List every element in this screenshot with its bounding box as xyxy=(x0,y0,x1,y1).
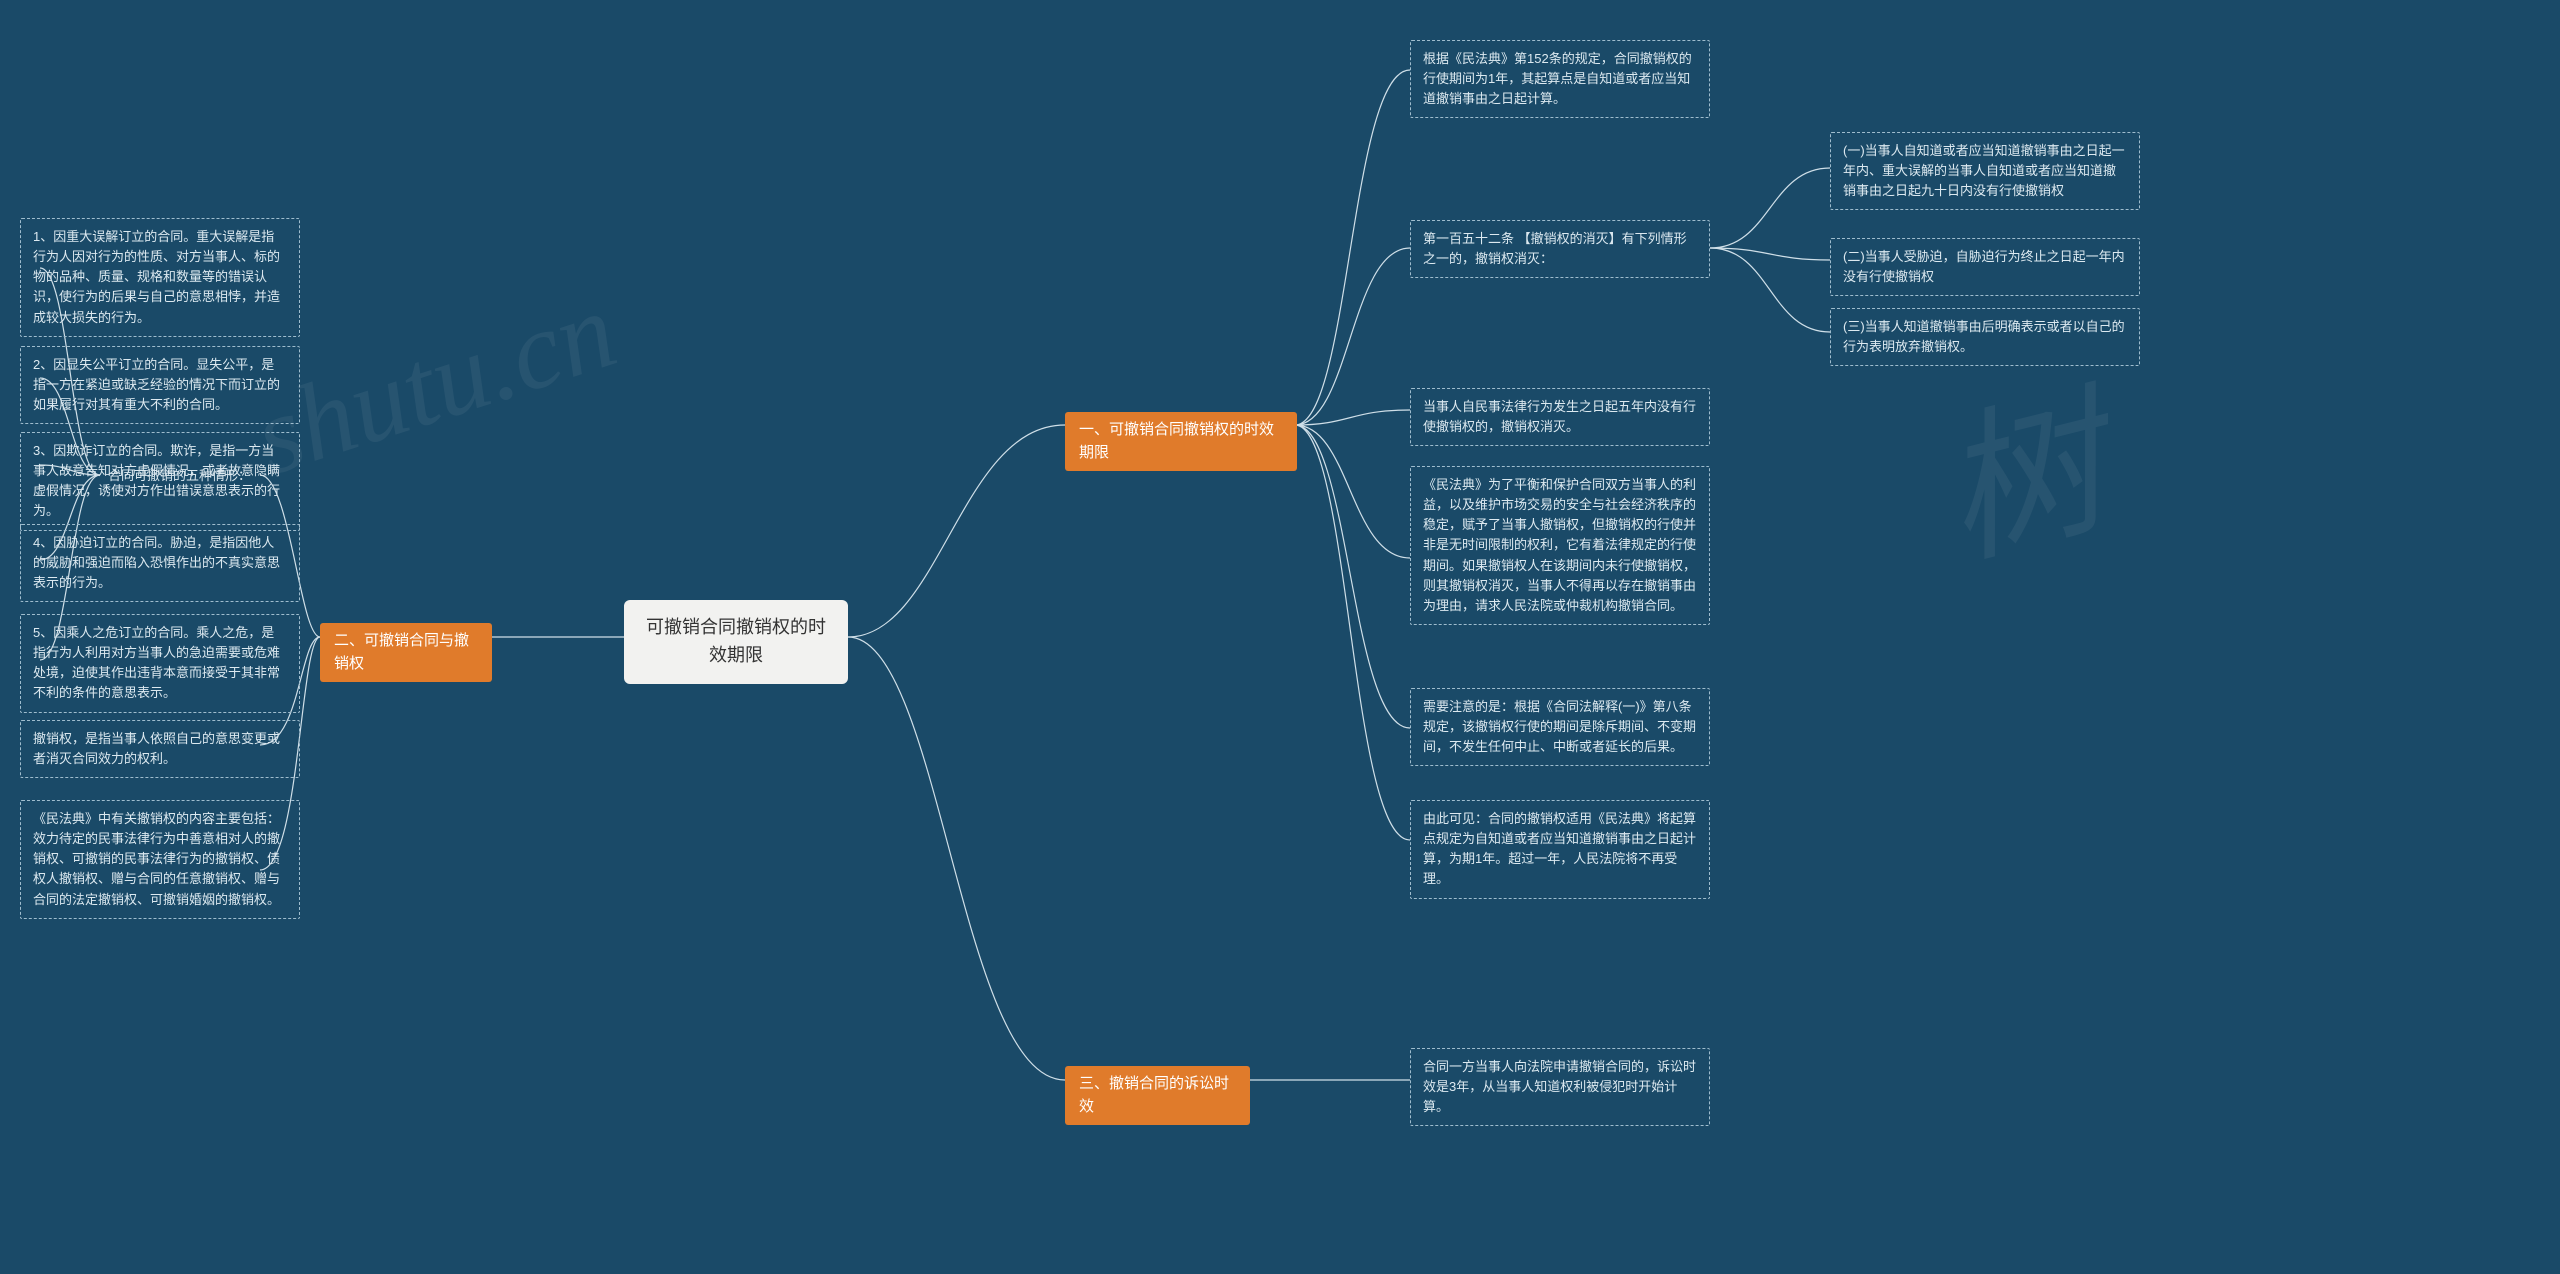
leaf-s1-b: 第一百五十二条 【撤销权的消灭】有下列情形之一的，撤销权消灭： xyxy=(1410,220,1710,278)
leaf-s1-f: 由此可见：合同的撤销权适用《民法典》将起算点规定为自知道或者应当知道撤销事由之日… xyxy=(1410,800,1710,899)
leaf-s2-b-text: 2、因显失公平订立的合同。显失公平，是指一方在紧迫或缺乏经验的情况下而订立的如果… xyxy=(33,357,280,412)
leaf-s1-b-text: 第一百五十二条 【撤销权的消灭】有下列情形之一的，撤销权消灭： xyxy=(1423,231,1687,266)
leaf-s2-g: 撤销权，是指当事人依照自己的意思变更或者消灭合同效力的权利。 xyxy=(20,720,300,778)
leaf-s1-b-i-text: (一)当事人自知道或者应当知道撤销事由之日起一年内、重大误解的当事人自知道或者应… xyxy=(1843,143,2125,198)
watermark-right: 树 xyxy=(1914,334,2125,598)
leaf-s1-c: 当事人自民事法律行为发生之日起五年内没有行使撤销权的，撤销权消灭。 xyxy=(1410,388,1710,446)
branch-section-3: 三、撤销合同的诉讼时效 xyxy=(1065,1066,1250,1125)
branch-section-2-label: 二、可撤销合同与撤销权 xyxy=(334,632,469,672)
root-title: 可撤销合同撤销权的时效期限 xyxy=(646,617,826,665)
leaf-s1-d-text: 《民法典》为了平衡和保护合同双方当事人的利益，以及维护市场交易的安全与社会经济秩… xyxy=(1423,477,1696,613)
leaf-s2-e-text: 5、因乘人之危订立的合同。乘人之危，是指行为人利用对方当事人的急迫需要或危难处境… xyxy=(33,625,280,700)
leaf-s1-b-ii-text: (二)当事人受胁迫，自胁迫行为终止之日起一年内没有行使撤销权 xyxy=(1843,249,2125,284)
leaf-s1-e: 需要注意的是：根据《合同法解释(一)》第八条规定，该撤销权行使的期间是除斥期间、… xyxy=(1410,688,1710,766)
leaf-s2-a: 1、因重大误解订立的合同。重大误解是指行为人因对行为的性质、对方当事人、标的物的… xyxy=(20,218,300,337)
leaf-s2-d-text: 4、因胁迫订立的合同。胁迫，是指因他人的威胁和强迫而陷入恐惧作出的不真实意思表示… xyxy=(33,535,280,590)
leaf-s1-b-i: (一)当事人自知道或者应当知道撤销事由之日起一年内、重大误解的当事人自知道或者应… xyxy=(1830,132,2140,210)
leaf-s1-e-text: 需要注意的是：根据《合同法解释(一)》第八条规定，该撤销权行使的期间是除斥期间、… xyxy=(1423,699,1696,754)
leaf-s2-e: 5、因乘人之危订立的合同。乘人之危，是指行为人利用对方当事人的急迫需要或危难处境… xyxy=(20,614,300,713)
leaf-s2-b: 2、因显失公平订立的合同。显失公平，是指一方在紧迫或缺乏经验的情况下而订立的如果… xyxy=(20,346,300,424)
leaf-s3-a-text: 合同一方当事人向法院申请撤销合同的，诉讼时效是3年，从当事人知道权利被侵犯时开始… xyxy=(1423,1059,1696,1114)
leaf-s1-f-text: 由此可见：合同的撤销权适用《民法典》将起算点规定为自知道或者应当知道撤销事由之日… xyxy=(1423,811,1696,886)
leaf-s1-d: 《民法典》为了平衡和保护合同双方当事人的利益，以及维护市场交易的安全与社会经济秩… xyxy=(1410,466,1710,625)
root-node: 可撤销合同撤销权的时效期限 xyxy=(624,600,848,684)
leaf-s2-h: 《民法典》中有关撤销权的内容主要包括：效力待定的民事法律行为中善意相对人的撤销权… xyxy=(20,800,300,919)
leaf-s3-a: 合同一方当事人向法院申请撤销合同的，诉讼时效是3年，从当事人知道权利被侵犯时开始… xyxy=(1410,1048,1710,1126)
branch-section-1: 一、可撤销合同撤销权的时效期限 xyxy=(1065,412,1297,471)
leaf-s1-b-iii-text: (三)当事人知道撤销事由后明确表示或者以自己的行为表明放弃撤销权。 xyxy=(1843,319,2125,354)
leaf-s1-a: 根据《民法典》第152条的规定，合同撤销权的行使期间为1年，其起算点是自知道或者… xyxy=(1410,40,1710,118)
leaf-s2-h-text: 《民法典》中有关撤销权的内容主要包括：效力待定的民事法律行为中善意相对人的撤销权… xyxy=(33,811,280,907)
branch-section-2: 二、可撤销合同与撤销权 xyxy=(320,623,492,682)
branch-section-3-label: 三、撤销合同的诉讼时效 xyxy=(1079,1075,1229,1115)
leaf-s1-c-text: 当事人自民事法律行为发生之日起五年内没有行使撤销权的，撤销权消灭。 xyxy=(1423,399,1696,434)
leaf-s1-b-ii: (二)当事人受胁迫，自胁迫行为终止之日起一年内没有行使撤销权 xyxy=(1830,238,2140,296)
mindmap-canvas: shutu.cn 树 可撤销合同撤销权的时效期限 xyxy=(0,0,2560,1274)
leaf-s2-c: 3、因欺诈订立的合同。欺诈，是指一方当事人故意告知对方虚假情况，或者故意隐瞒虚假… xyxy=(20,432,300,531)
leaf-s2-c-text: 3、因欺诈订立的合同。欺诈，是指一方当事人故意告知对方虚假情况，或者故意隐瞒虚假… xyxy=(33,443,280,518)
leaf-s2-d: 4、因胁迫订立的合同。胁迫，是指因他人的威胁和强迫而陷入恐惧作出的不真实意思表示… xyxy=(20,524,300,602)
leaf-s2-a-text: 1、因重大误解订立的合同。重大误解是指行为人因对行为的性质、对方当事人、标的物的… xyxy=(33,229,280,325)
leaf-s1-a-text: 根据《民法典》第152条的规定，合同撤销权的行使期间为1年，其起算点是自知道或者… xyxy=(1423,51,1692,106)
branch-section-1-label: 一、可撤销合同撤销权的时效期限 xyxy=(1079,421,1274,461)
leaf-s2-g-text: 撤销权，是指当事人依照自己的意思变更或者消灭合同效力的权利。 xyxy=(33,731,280,766)
leaf-s1-b-iii: (三)当事人知道撤销事由后明确表示或者以自己的行为表明放弃撤销权。 xyxy=(1830,308,2140,366)
